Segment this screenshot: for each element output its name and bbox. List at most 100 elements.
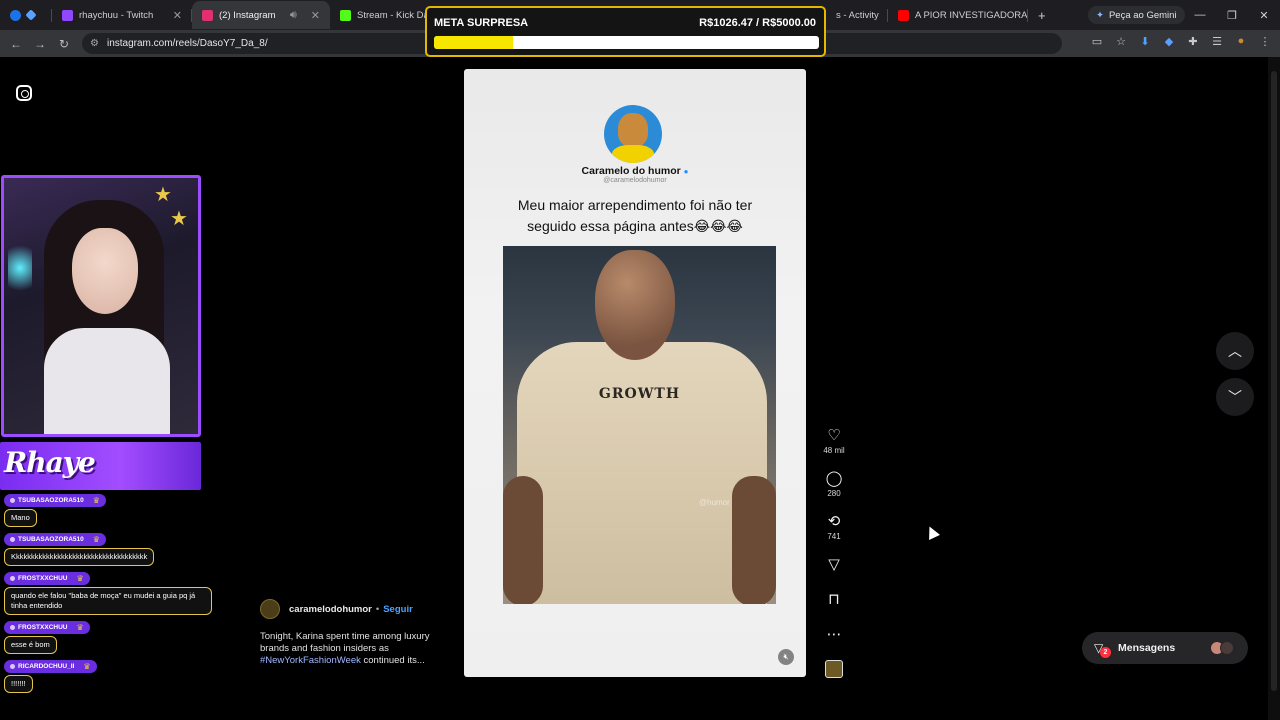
star-icon: ★ bbox=[170, 208, 188, 230]
close-window-icon[interactable]: ✕ bbox=[1248, 9, 1280, 22]
follow-button[interactable]: Seguir bbox=[383, 604, 413, 615]
gemini-button[interactable]: ✦ Peça ao Gemini bbox=[1088, 6, 1185, 24]
stream-name-banner: Rhaye bbox=[0, 442, 201, 490]
site-info-icon[interactable]: ⚙ bbox=[90, 38, 99, 49]
tab-youtube[interactable]: A PIOR INVESTIGADORA ✕ bbox=[888, 1, 1028, 29]
more-action[interactable]: ⋯ bbox=[827, 626, 842, 656]
minimize-icon[interactable]: — bbox=[1184, 9, 1216, 21]
tab-activity[interactable]: s - Activity ✕ bbox=[826, 1, 888, 29]
tab-search-icon[interactable]: ☰ bbox=[1210, 35, 1224, 48]
reel-caption: Meu maior arrependimento foi não ter seg… bbox=[517, 197, 753, 234]
cam-face bbox=[72, 228, 138, 314]
tab-kick[interactable]: Stream - Kick Dash bbox=[330, 1, 430, 29]
goal-amount: R$1026.47 / R$5000.00 bbox=[699, 17, 816, 29]
chat-message: FROSTXXCHUU ♛ quando ele falou "baba de m… bbox=[4, 572, 216, 615]
audio-thumbnail[interactable] bbox=[825, 660, 843, 678]
crown-icon: ♛ bbox=[83, 662, 91, 671]
scrollbar-thumb[interactable] bbox=[1271, 71, 1277, 691]
video-person-head bbox=[595, 250, 675, 360]
like-count: 48 mil bbox=[823, 446, 845, 455]
chat-username-text: FROSTXXCHUU bbox=[18, 575, 68, 582]
gemini-label: Peça ao Gemini bbox=[1108, 9, 1177, 21]
close-icon[interactable]: ✕ bbox=[165, 9, 182, 22]
forward-icon[interactable]: → bbox=[28, 37, 52, 51]
cast-icon[interactable]: ▭ bbox=[1090, 35, 1104, 48]
cam-light bbox=[8, 238, 32, 298]
comment-icon[interactable]: ◯ bbox=[826, 470, 843, 487]
share-action[interactable]: ▽ bbox=[828, 556, 840, 591]
repost-action[interactable]: ⟲ 741 bbox=[827, 513, 840, 556]
reel-video-card[interactable]: Caramelo do humor ● @caramelodohumor Meu… bbox=[464, 69, 806, 677]
tab-label: s - Activity bbox=[836, 9, 879, 21]
badge-icon bbox=[10, 537, 15, 542]
chat-username: TSUBASAOZORA510 ♛ bbox=[4, 533, 106, 546]
instagram-logo-icon[interactable] bbox=[16, 85, 32, 101]
comment-action[interactable]: ◯ 280 bbox=[826, 470, 843, 513]
chat-text: quando ele falou "baba de moça" eu mudei… bbox=[4, 587, 212, 615]
badge-icon bbox=[10, 498, 15, 503]
goal-title: META SURPRESA bbox=[434, 17, 529, 29]
plus-icon: + bbox=[1038, 7, 1046, 23]
gemini-icon: ✦ bbox=[1096, 9, 1104, 21]
messages-badge: 2 bbox=[1100, 647, 1111, 658]
extension-gem-icon[interactable]: ◆ bbox=[1162, 35, 1176, 48]
tab-label: Stream - Kick Dash bbox=[357, 9, 430, 21]
crown-icon: ♛ bbox=[92, 535, 100, 544]
chat-username-text: TSUBASAOZORA510 bbox=[18, 497, 84, 504]
star-icon: ★ bbox=[154, 184, 172, 206]
profile-avatar[interactable]: ● bbox=[1234, 35, 1248, 48]
close-icon[interactable]: ✕ bbox=[879, 9, 888, 22]
download-icon[interactable]: ⬇ bbox=[1138, 35, 1152, 48]
send-icon[interactable]: ▽ bbox=[828, 556, 840, 573]
tab-twitch[interactable]: rhaychuu - Twitch ✕ bbox=[52, 1, 192, 29]
chat-username-text: TSUBASAOZORA510 bbox=[18, 536, 84, 543]
heart-icon[interactable]: ♡ bbox=[827, 427, 840, 444]
messenger-icon: ▽ 2 bbox=[1094, 641, 1111, 658]
twitch-icon bbox=[62, 9, 73, 21]
video-watermark: @humor bbox=[699, 498, 730, 507]
previous-reel-button[interactable]: ︿ bbox=[1216, 332, 1254, 370]
reel-account-name-text: Caramelo do humor bbox=[581, 165, 681, 177]
back-icon[interactable]: ← bbox=[4, 37, 28, 51]
like-action[interactable]: ♡ 48 mil bbox=[823, 427, 844, 470]
save-action[interactable]: ⊓ bbox=[828, 591, 840, 626]
chat-username: RICARDOCHUU_II ♛ bbox=[4, 660, 97, 673]
bookmark-icon[interactable]: ⊓ bbox=[828, 591, 840, 608]
maximize-icon[interactable]: ❐ bbox=[1216, 9, 1248, 22]
owner-username[interactable]: caramelodohumor bbox=[289, 604, 372, 615]
close-icon[interactable]: ✕ bbox=[303, 9, 320, 22]
tab-pinned[interactable] bbox=[0, 1, 52, 29]
chat-text: Mano bbox=[4, 509, 37, 527]
messages-button[interactable]: ▽ 2 Mensagens bbox=[1082, 632, 1248, 664]
bookmark-star-icon[interactable]: ☆ bbox=[1114, 35, 1128, 48]
post-hashtag[interactable]: #NewYorkFashionWeek bbox=[260, 655, 361, 666]
chat-text: esse é bom bbox=[4, 636, 57, 654]
toolbar-icons: ▭ ☆ ⬇ ◆ ✚ ☰ ● ⋮ bbox=[1090, 35, 1272, 48]
more-horizontal-icon[interactable]: ⋯ bbox=[827, 626, 842, 643]
post-description-more: continued its... bbox=[360, 655, 425, 666]
video-arm-right bbox=[732, 476, 776, 604]
youtube-icon bbox=[898, 9, 909, 21]
tab-label: (2) Instagram bbox=[219, 9, 276, 21]
chat-username: TSUBASAOZORA510 ♛ bbox=[4, 494, 106, 507]
badge-icon bbox=[10, 576, 15, 581]
gem-icon bbox=[25, 9, 37, 21]
tab-instagram[interactable]: (2) Instagram 🔊︎ ✕ bbox=[192, 1, 330, 29]
more-menu-icon[interactable]: ⋮ bbox=[1258, 35, 1272, 48]
next-reel-button[interactable]: ﹀ bbox=[1216, 378, 1254, 416]
post-description[interactable]: Tonight, Karina spent time among luxury … bbox=[260, 631, 450, 667]
reel-video-frame: GROWTH @humor bbox=[503, 246, 776, 604]
dog-illustration bbox=[618, 113, 648, 147]
mute-button[interactable]: 🔇︎ bbox=[778, 649, 794, 665]
speaker-icon[interactable]: 🔊︎ bbox=[282, 9, 303, 22]
chat-message: TSUBASAOZORA510 ♛ Kkkkkkkkkkkkkkkkkkkkkkk… bbox=[4, 533, 216, 566]
chevron-down-icon: ﹀ bbox=[1228, 389, 1242, 405]
reel-account-avatar bbox=[604, 105, 662, 163]
owner-avatar[interactable] bbox=[260, 599, 280, 619]
new-tab-button[interactable]: + bbox=[1028, 1, 1058, 29]
repost-icon[interactable]: ⟲ bbox=[828, 513, 841, 530]
reload-icon[interactable]: ↻ bbox=[52, 37, 76, 51]
page-scrollbar[interactable] bbox=[1268, 57, 1280, 720]
extensions-icon[interactable]: ✚ bbox=[1186, 35, 1200, 48]
repost-count: 741 bbox=[827, 532, 841, 541]
